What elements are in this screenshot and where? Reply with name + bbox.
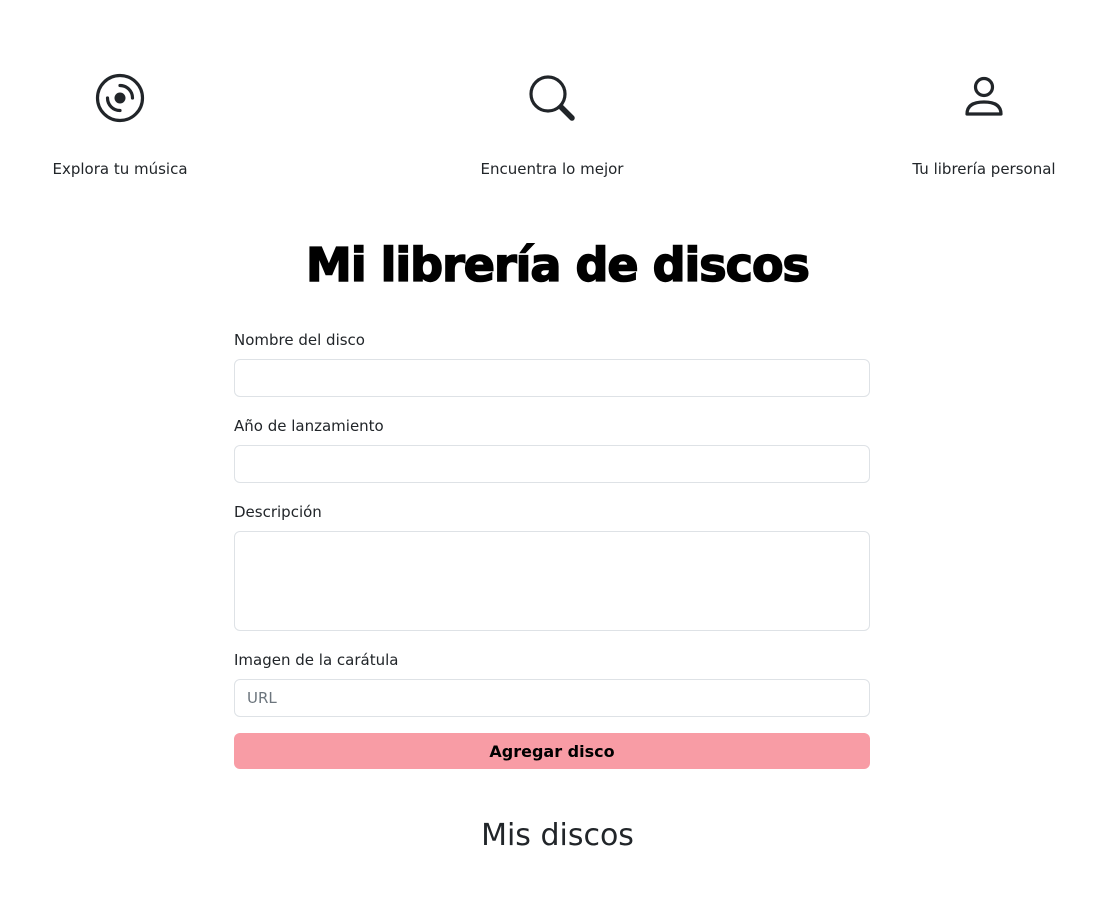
year-input[interactable] — [234, 445, 870, 483]
cover-url-input[interactable] — [234, 679, 870, 717]
feature-explore: Explora tu música — [0, 70, 240, 178]
feature-explore-caption: Explora tu música — [52, 160, 188, 178]
cover-group: Imagen de la carátula — [234, 650, 870, 717]
search-icon — [524, 70, 580, 126]
feature-find: Encuentra lo mejor — [432, 70, 672, 178]
cover-label: Imagen de la carátula — [234, 651, 399, 669]
features-row: Explora tu música Encuentra lo mejor Tu … — [0, 0, 1115, 200]
name-input[interactable] — [234, 359, 870, 397]
person-icon — [956, 70, 1012, 126]
feature-library: Tu librería personal — [864, 70, 1104, 178]
my-discs-title: Mis discos — [481, 818, 634, 853]
page-title: Mi librería de discos — [305, 237, 810, 293]
feature-find-caption: Encuentra lo mejor — [480, 160, 624, 178]
vinyl-disc-icon — [92, 70, 148, 126]
year-label: Año de lanzamiento — [234, 417, 384, 435]
year-group: Año de lanzamiento — [234, 416, 870, 483]
description-group: Descripción — [234, 502, 870, 631]
name-group: Nombre del disco — [234, 330, 870, 397]
description-label: Descripción — [234, 503, 322, 521]
name-label: Nombre del disco — [234, 331, 365, 349]
feature-library-caption: Tu librería personal — [912, 160, 1056, 178]
add-disc-button[interactable]: Agregar disco — [234, 733, 870, 769]
add-disc-form: Nombre del disco Año de lanzamiento Desc… — [234, 330, 870, 769]
description-textarea[interactable] — [234, 531, 870, 631]
